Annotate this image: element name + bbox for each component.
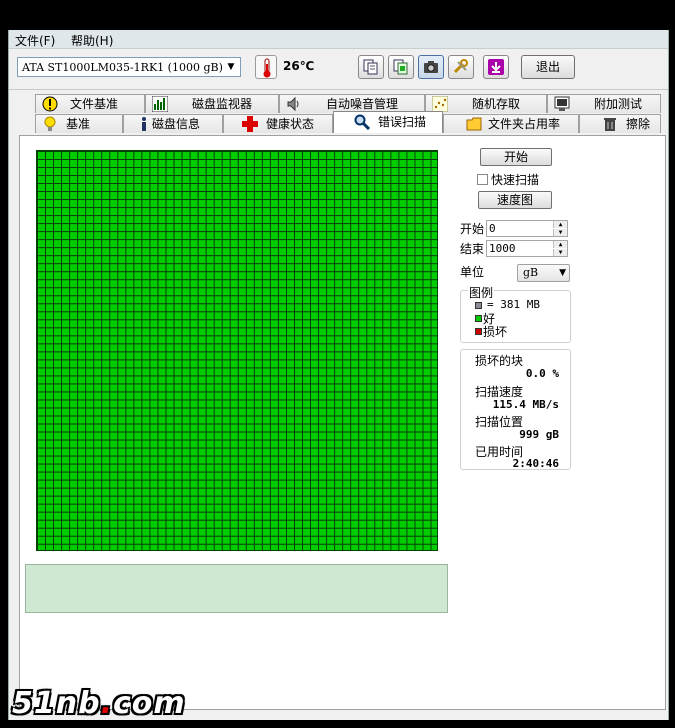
temperature-value: 26℃ <box>283 59 315 73</box>
menu-file[interactable]: 文件(F) <box>15 32 55 49</box>
download-icon <box>488 59 504 75</box>
scan-block-grid <box>36 150 438 551</box>
window-titlebar <box>0 0 675 30</box>
tab-label: 擦除 <box>626 117 651 131</box>
start-input-value: 0 <box>489 222 496 235</box>
unit-label: 单位 <box>460 265 485 279</box>
start-label: 开始 <box>460 222 485 236</box>
save-button[interactable] <box>483 55 509 79</box>
drive-select[interactable]: ATA ST1000LM035-1RK1 (1000 gB) ▼ <box>17 57 241 77</box>
drive-select-value: ATA ST1000LM035-1RK1 (1000 gB) <box>22 61 223 74</box>
copy-green-icon <box>393 59 408 75</box>
tools-icon <box>453 59 468 74</box>
end-label: 结束 <box>460 242 485 256</box>
start-input[interactable]: 0 ▲ ▼ <box>486 220 568 237</box>
exit-button[interactable]: 退出 <box>521 55 575 79</box>
screenshot-button[interactable] <box>418 55 444 79</box>
bulb-icon <box>44 116 56 131</box>
tab-label: 文件夹占用率 <box>488 117 561 131</box>
tab-label: 随机存取 <box>472 97 521 111</box>
info-icon <box>142 117 146 131</box>
quick-scan-checkbox[interactable] <box>477 174 488 185</box>
watermark-logo: 51nb.com <box>12 686 186 721</box>
tab-label: 文件基准 <box>70 97 119 111</box>
tab-error-scan[interactable]: 错误扫描 <box>333 111 443 133</box>
chevron-down-icon: ▼ <box>227 62 235 72</box>
error-scan-panel: 开始 快速扫描 速度图 开始 0 ▲ ▼ 结束 1000 ▲ ▼ 单位 gB ▼… <box>19 135 666 710</box>
spin-up-icon[interactable]: ▲ <box>553 221 567 228</box>
legend-group: 图例 = 381 MB 好 损坏 <box>460 284 571 343</box>
exclamation-icon <box>42 96 58 112</box>
copy-icon <box>363 59 378 75</box>
chevron-down-icon: ▼ <box>559 268 566 278</box>
trash-icon <box>604 118 616 131</box>
tab-label: 健康状态 <box>266 117 315 131</box>
magnifier-icon <box>354 114 370 130</box>
camera-icon <box>424 61 438 73</box>
tab-label: 错误扫描 <box>378 115 427 129</box>
good-swatch <box>475 315 482 322</box>
tab-erase[interactable]: 擦除 <box>579 114 661 133</box>
monitor-icon <box>554 96 570 111</box>
unit-select-value: gB <box>523 266 539 279</box>
elapsed-value: 2:40:46 <box>512 457 559 470</box>
tab-extra-tests[interactable]: 附加测试 <box>547 94 661 113</box>
cross-icon <box>242 116 258 132</box>
dots-icon <box>432 96 448 112</box>
end-input[interactable]: 1000 ▲ ▼ <box>486 240 568 257</box>
position-value: 999 gB <box>519 428 559 441</box>
quick-scan-label: 快速扫描 <box>491 173 540 187</box>
copy-all-button[interactable] <box>388 55 414 79</box>
stats-group: 损坏的块 0.0 % 扫描速度 115.4 MB/s 扫描位置 999 gB 已… <box>460 349 571 470</box>
scan-status-box <box>25 564 448 613</box>
tab-label: 磁盘监视器 <box>192 97 253 111</box>
tab-random-access[interactable]: 随机存取 <box>425 94 547 113</box>
copy-button[interactable] <box>358 55 384 79</box>
tab-disk-monitor[interactable]: 磁盘监视器 <box>145 94 279 113</box>
tab-file-benchmark[interactable]: 文件基准 <box>35 94 145 113</box>
thermometer-icon <box>255 55 277 79</box>
menu-help[interactable]: 帮助(H) <box>71 32 113 49</box>
tab-benchmark[interactable]: 基准 <box>35 114 123 133</box>
end-input-value: 1000 <box>489 242 516 255</box>
speed-value: 115.4 MB/s <box>492 398 559 411</box>
spin-up-icon[interactable]: ▲ <box>553 241 567 248</box>
folder-icon <box>466 117 482 131</box>
toolbar: ATA ST1000LM035-1RK1 (1000 gB) ▼ 26℃ 退出 <box>9 49 668 90</box>
spin-down-icon[interactable]: ▼ <box>553 229 567 236</box>
options-button[interactable] <box>448 55 474 79</box>
damaged-value: 0.0 % <box>525 367 559 380</box>
tab-disk-info[interactable]: 磁盘信息 <box>123 114 223 133</box>
bad-label: 损坏 <box>483 325 508 339</box>
menu-bar: 文件(F) 帮助(H) <box>9 30 668 49</box>
bad-swatch <box>475 328 482 335</box>
chart-icon <box>152 96 168 112</box>
start-scan-button[interactable]: 开始 <box>480 148 552 166</box>
hd-tune-window: 文件(F) 帮助(H) ATA ST1000LM035-1RK1 (1000 g… <box>8 30 669 720</box>
position-label: 扫描位置 <box>475 415 524 429</box>
tab-label: 基准 <box>66 117 91 131</box>
speed-map-button[interactable]: 速度图 <box>478 191 552 209</box>
tab-label: 磁盘信息 <box>152 117 201 131</box>
tab-folder-usage[interactable]: 文件夹占用率 <box>443 114 579 133</box>
spin-down-icon[interactable]: ▼ <box>553 249 567 256</box>
unit-select[interactable]: gB ▼ <box>517 264 570 282</box>
block-swatch <box>475 302 482 309</box>
damaged-label: 损坏的块 <box>475 354 524 368</box>
tab-health[interactable]: 健康状态 <box>223 114 333 133</box>
speaker-icon <box>287 96 299 112</box>
tab-label: 附加测试 <box>594 97 643 111</box>
